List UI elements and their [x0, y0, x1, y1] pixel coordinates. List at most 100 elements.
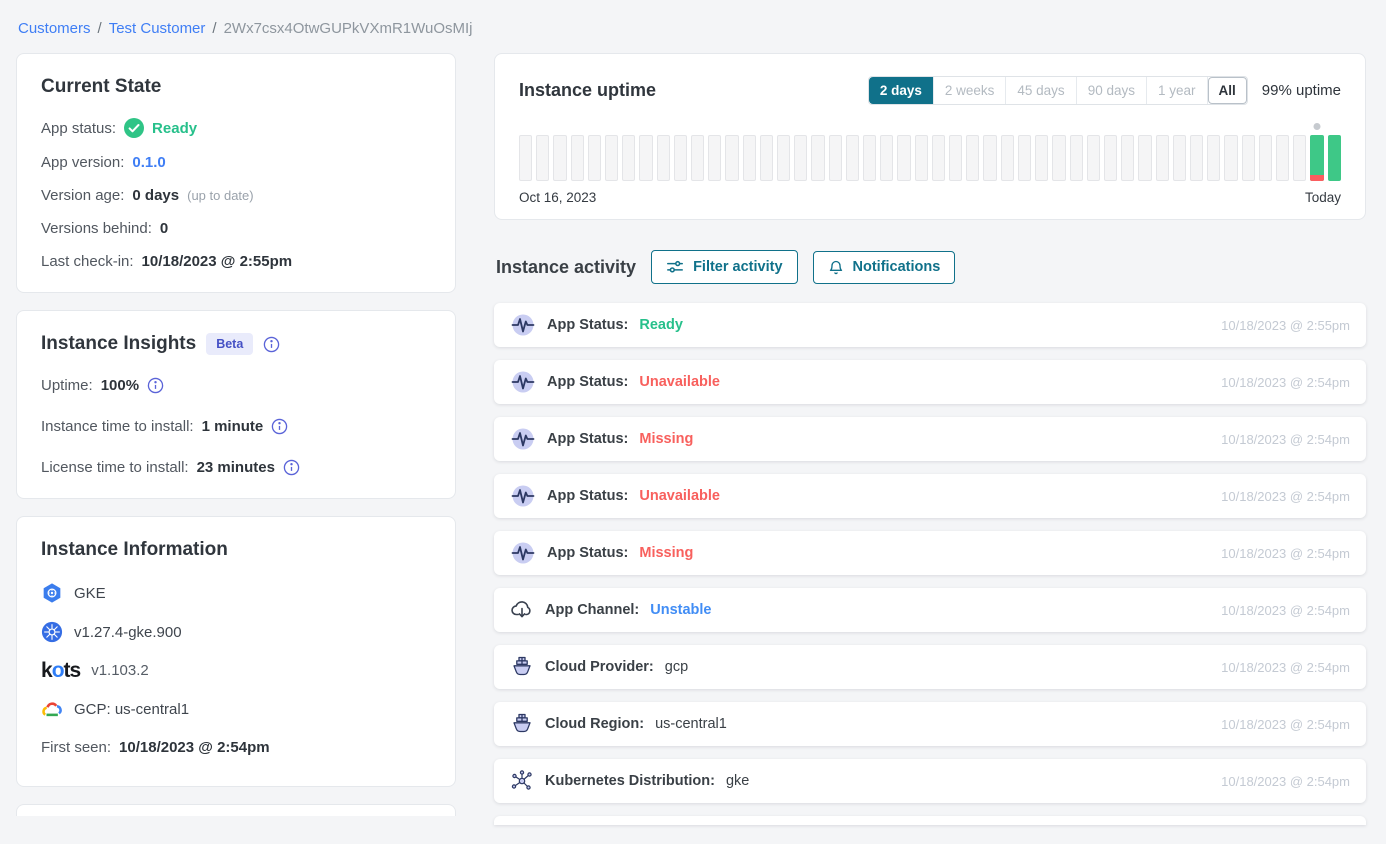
activity-row-partial [494, 816, 1366, 825]
uptime-label: Uptime: [41, 377, 93, 394]
activity-row[interactable]: App Channel:Unstable10/18/2023 @ 2:54pm [494, 588, 1366, 632]
uptime-bar[interactable] [588, 135, 601, 181]
uptime-bar[interactable] [777, 135, 790, 181]
range-button-2-days[interactable]: 2 days [869, 77, 934, 104]
uptime-bar[interactable] [639, 135, 652, 181]
pulse-icon [510, 312, 536, 338]
uptime-bar[interactable] [1276, 135, 1289, 181]
notifications-button[interactable]: Notifications [813, 251, 956, 284]
activity-row-value: gke [726, 773, 749, 789]
uptime-bar[interactable] [983, 135, 996, 181]
uptime-bar[interactable] [725, 135, 738, 181]
uptime-bar[interactable] [760, 135, 773, 181]
activity-row[interactable]: App Status:Missing10/18/2023 @ 2:54pm [494, 417, 1366, 461]
uptime-bar[interactable] [1104, 135, 1117, 181]
info-icon[interactable] [283, 459, 300, 476]
filter-activity-button[interactable]: Filter activity [651, 250, 797, 284]
uptime-bar[interactable] [1259, 135, 1272, 181]
chart-start-label: Oct 16, 2023 [519, 190, 596, 205]
current-state-title: Current State [41, 76, 431, 98]
first-seen-field: First seen: 10/18/2023 @ 2:54pm [41, 739, 431, 756]
uptime-bar[interactable] [1293, 135, 1306, 181]
uptime-bar[interactable] [1173, 135, 1186, 181]
range-button-all[interactable]: All [1208, 77, 1247, 104]
uptime-bar[interactable] [949, 135, 962, 181]
range-button-90-days[interactable]: 90 days [1077, 77, 1147, 104]
uptime-bar[interactable] [1035, 135, 1048, 181]
app-version-field: App version: 0.1.0 [41, 154, 431, 171]
uptime-bar[interactable] [1087, 135, 1100, 181]
activity-row[interactable]: App Status:Unavailable10/18/2023 @ 2:54p… [494, 360, 1366, 404]
uptime-bar[interactable] [622, 135, 635, 181]
uptime-bar[interactable] [571, 135, 584, 181]
activity-row[interactable]: App Status:Ready10/18/2023 @ 2:55pm [494, 303, 1366, 347]
activity-row-label: Cloud Region: [545, 716, 644, 732]
nodes-icon [510, 769, 534, 793]
uptime-bar[interactable] [1018, 135, 1031, 181]
uptime-bar[interactable] [863, 135, 876, 181]
activity-row[interactable]: Cloud Provider:gcp10/18/2023 @ 2:54pm [494, 645, 1366, 689]
uptime-bar[interactable] [1121, 135, 1134, 181]
uptime-bar[interactable] [743, 135, 756, 181]
uptime-bar[interactable] [1310, 135, 1323, 181]
uptime-bar[interactable] [1138, 135, 1151, 181]
uptime-bar[interactable] [1328, 135, 1341, 181]
pulse-icon [510, 483, 536, 509]
kubernetes-icon [41, 621, 63, 643]
app-version-link[interactable]: 0.1.0 [132, 154, 165, 171]
chart-end-label: Today [1305, 190, 1341, 205]
breadcrumb-customers[interactable]: Customers [18, 20, 91, 37]
activity-timestamp: 10/18/2023 @ 2:54pm [1221, 432, 1350, 447]
uptime-bar[interactable] [605, 135, 618, 181]
uptime-bar[interactable] [691, 135, 704, 181]
uptime-bar[interactable] [915, 135, 928, 181]
instance-uptime-title: Instance uptime [519, 80, 868, 101]
uptime-bar[interactable] [966, 135, 979, 181]
uptime-bar[interactable] [880, 135, 893, 181]
uptime-bar[interactable] [1190, 135, 1203, 181]
uptime-bar[interactable] [829, 135, 842, 181]
activity-row-label: App Status: [547, 431, 628, 447]
activity-row[interactable]: Cloud Region:us-central110/18/2023 @ 2:5… [494, 702, 1366, 746]
notifications-label: Notifications [853, 259, 941, 275]
uptime-bar[interactable] [1207, 135, 1220, 181]
range-button-2-weeks[interactable]: 2 weeks [934, 77, 1007, 104]
activity-row-label: App Status: [547, 374, 628, 390]
kots-logo: kots [41, 660, 80, 681]
uptime-bar[interactable] [811, 135, 824, 181]
breadcrumb-test-customer[interactable]: Test Customer [109, 20, 206, 37]
info-icon[interactable] [147, 377, 164, 394]
uptime-bar[interactable] [1052, 135, 1065, 181]
k8s-version-value: v1.27.4-gke.900 [74, 624, 182, 641]
activity-row[interactable]: Kubernetes Distribution:gke10/18/2023 @ … [494, 759, 1366, 803]
activity-row-label: Cloud Provider: [545, 659, 654, 675]
activity-row-value: Unstable [650, 602, 711, 618]
uptime-bar[interactable] [1070, 135, 1083, 181]
range-button-1-year[interactable]: 1 year [1147, 77, 1208, 104]
uptime-bar[interactable] [1001, 135, 1014, 181]
activity-timestamp: 10/18/2023 @ 2:54pm [1221, 717, 1350, 732]
uptime-bar[interactable] [657, 135, 670, 181]
activity-row[interactable]: App Status:Unavailable10/18/2023 @ 2:54p… [494, 474, 1366, 518]
license-tti-field: License time to install: 23 minutes [41, 459, 431, 476]
uptime-bar[interactable] [897, 135, 910, 181]
uptime-bar[interactable] [1224, 135, 1237, 181]
uptime-bar[interactable] [794, 135, 807, 181]
uptime-bar[interactable] [519, 135, 532, 181]
uptime-bar[interactable] [1156, 135, 1169, 181]
distribution-item: GKE [41, 582, 431, 604]
bell-icon [828, 259, 844, 276]
range-button-45-days[interactable]: 45 days [1006, 77, 1076, 104]
uptime-bar[interactable] [932, 135, 945, 181]
uptime-bar[interactable] [846, 135, 859, 181]
activity-row[interactable]: App Status:Missing10/18/2023 @ 2:54pm [494, 531, 1366, 575]
uptime-bar[interactable] [708, 135, 721, 181]
info-icon[interactable] [263, 336, 280, 353]
uptime-bar[interactable] [553, 135, 566, 181]
uptime-bar[interactable] [674, 135, 687, 181]
info-icon[interactable] [271, 418, 288, 435]
uptime-bar[interactable] [1242, 135, 1255, 181]
activity-list: App Status:Ready10/18/2023 @ 2:55pm App S… [494, 303, 1366, 803]
version-age-value: 0 days [132, 187, 179, 204]
uptime-bar[interactable] [536, 135, 549, 181]
